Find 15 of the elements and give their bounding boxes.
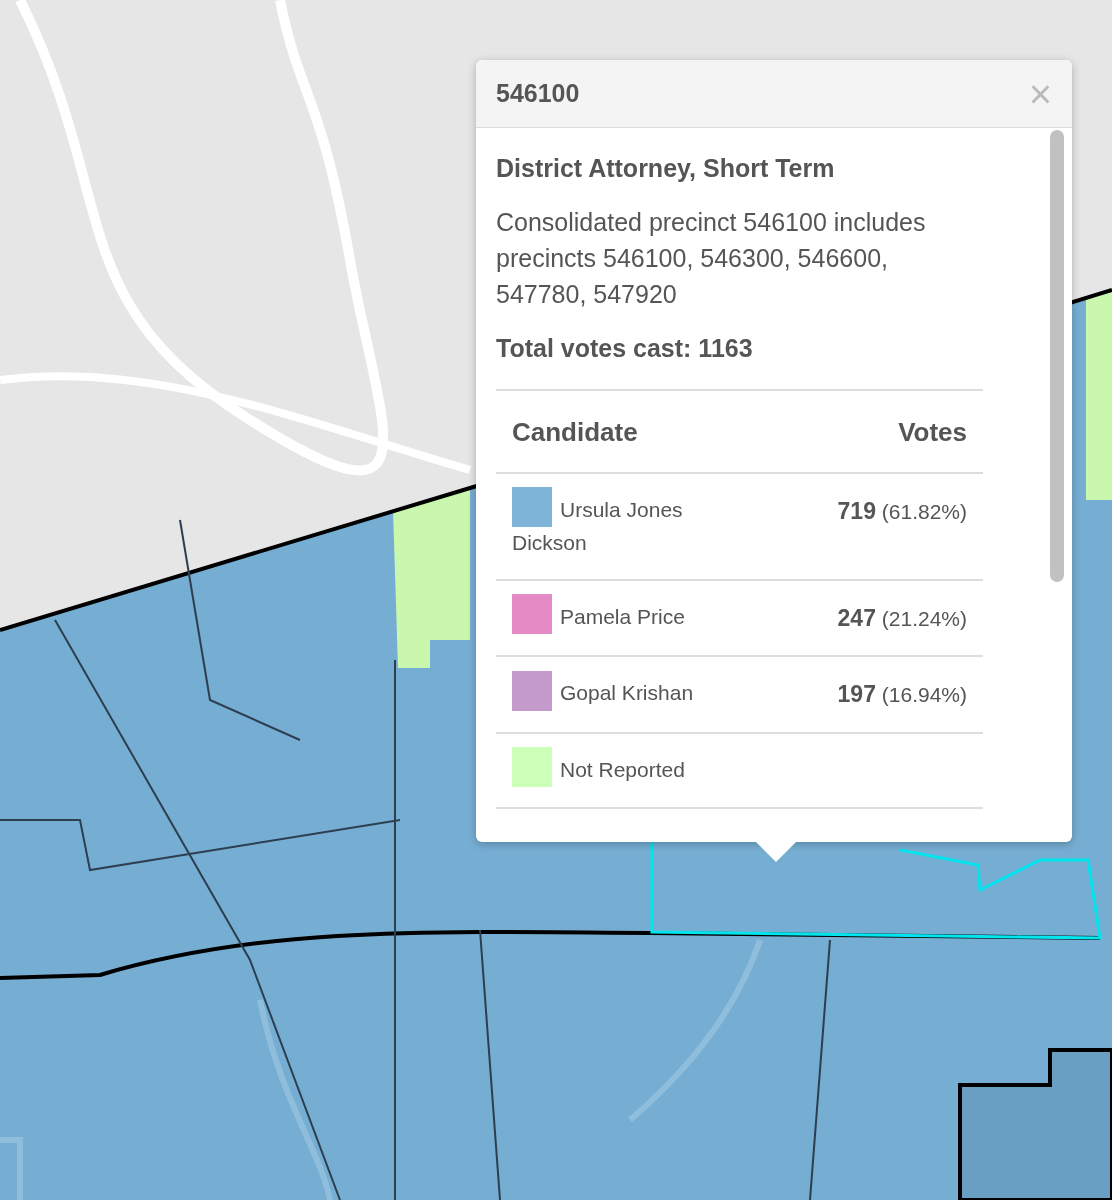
candidate-name: Not Reported xyxy=(560,757,685,781)
scrollbar[interactable] xyxy=(1050,130,1064,582)
close-button[interactable]: × xyxy=(1028,73,1052,114)
vote-count: 247 (21.24%) xyxy=(837,606,967,630)
candidate-name: Ursula Jones Dickson xyxy=(512,498,683,555)
popup-title: 546100 xyxy=(496,77,580,109)
vote-count: 197 (16.94%) xyxy=(837,683,967,707)
contest-title: District Attorney, Short Term xyxy=(496,153,836,184)
candidate-name: Pamela Price xyxy=(560,604,685,628)
candidate-name: Gopal Krishan xyxy=(560,681,694,705)
vote-count: 719 (61.82%) xyxy=(837,500,967,523)
column-header: Candidate xyxy=(496,390,731,473)
column-header: Votes xyxy=(731,390,983,473)
description: Consolidated precinct 546100 includes precincts 546100, 546300, 546600, 547780, 547920 xyxy=(496,206,927,310)
total-votes: Total votes cast: 1163 xyxy=(496,332,754,364)
